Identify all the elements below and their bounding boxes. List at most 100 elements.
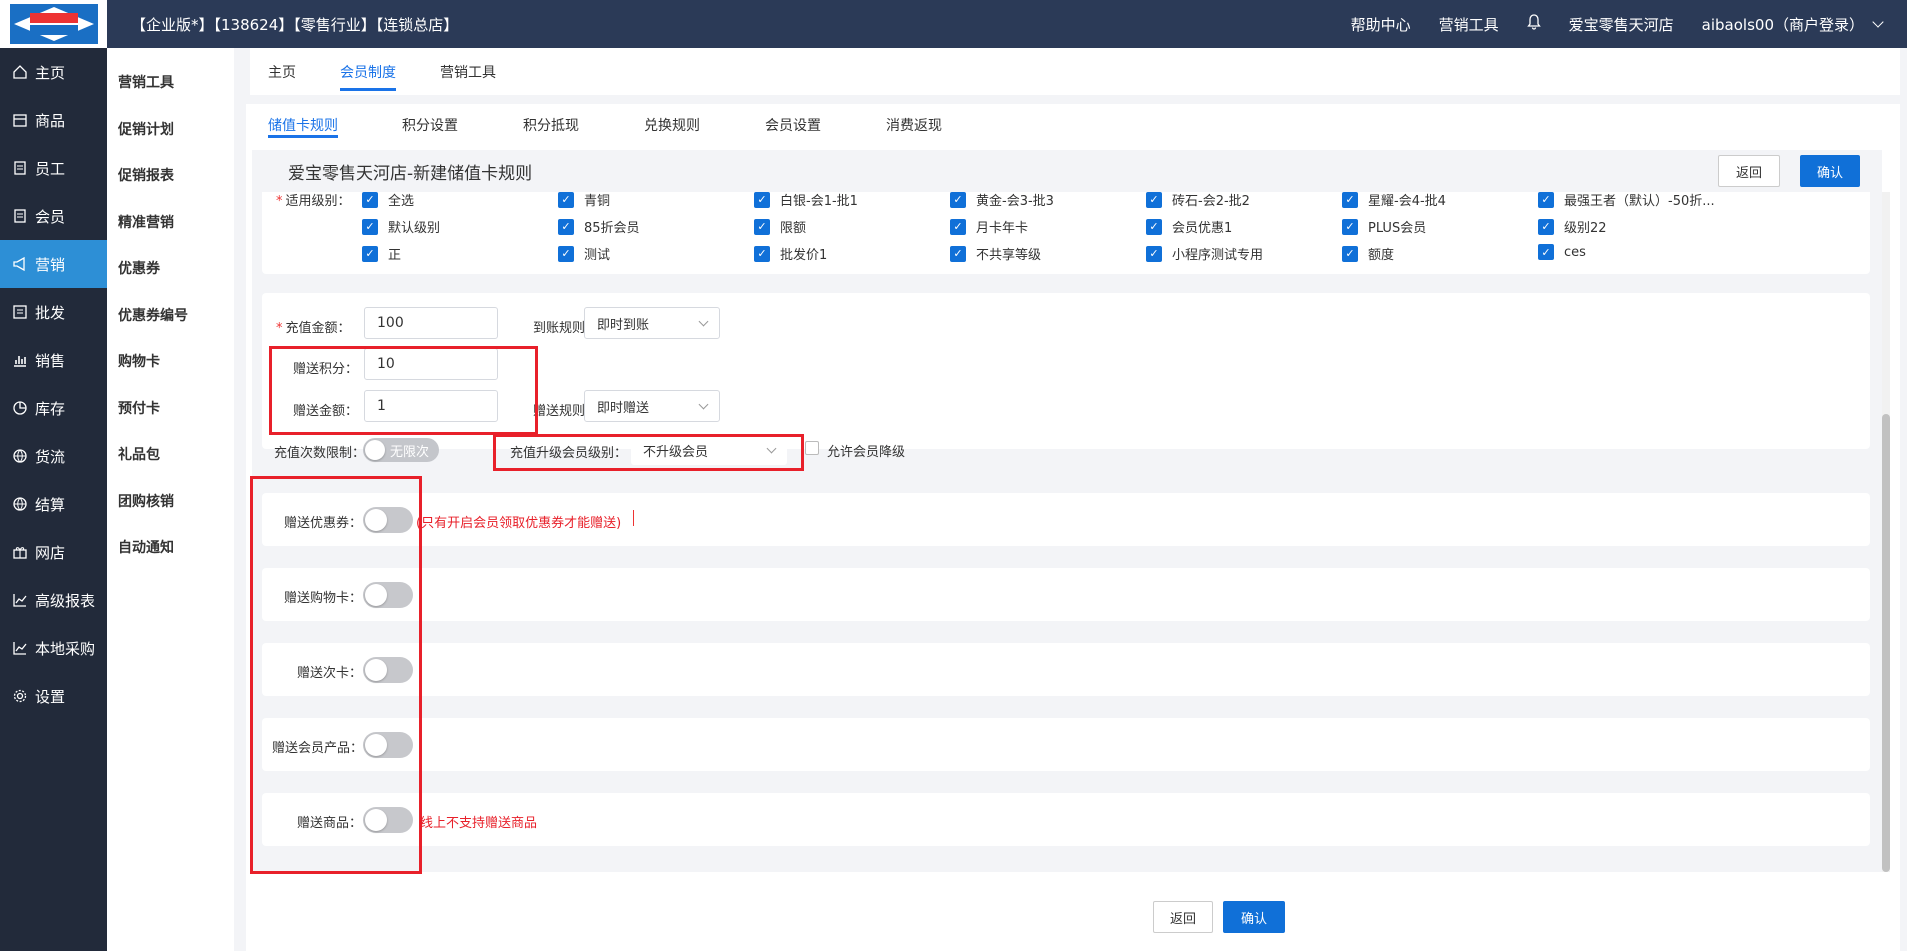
level-label: 默认级别 [388,221,441,236]
level-checkbox[interactable]: ✓ 不共享等级 [950,244,1041,263]
bar-chart-icon [12,352,28,368]
gift-rule-value: 即时赠送 [597,400,650,416]
checkmark-icon: ✓ [754,192,770,208]
level-checkbox[interactable]: ✓ 月卡年卡 [950,217,1028,236]
checkmark-icon: ✓ [1538,192,1554,208]
pie-chart-icon [12,400,28,416]
level-checkbox[interactable]: ✓ 全选 [362,192,414,209]
sidebar-item-label: 销售 [35,351,66,370]
subsidebar-item[interactable]: 购物卡 [107,338,234,385]
level-checkbox[interactable]: ✓ 85折会员 [558,217,640,236]
gift-rule-select[interactable]: 即时赠送 [584,390,720,422]
top-bar: 【企业版*】【138624】【零售行业】【连锁总店】 帮助中心 营销工具 爱宝零… [107,0,1907,48]
page-title: 爱宝零售天河店-新建储值卡规则 [288,163,533,184]
level-checkbox[interactable]: ✓ ces [1538,244,1586,260]
marketing-tools-link[interactable]: 营销工具 [1439,14,1499,35]
subsidebar-item[interactable]: 精准营销 [107,199,234,246]
level-checkbox[interactable]: ✓ 黄金-会3-批3 [950,192,1054,209]
tab-member-system[interactable]: 会员制度 [340,48,396,95]
level-checkbox[interactable]: ✓ 级别22 [1538,217,1607,236]
level-label: 星耀-会4-批4 [1368,194,1446,209]
level-checkbox[interactable]: ✓ 星耀-会4-批4 [1342,192,1446,209]
form-scroll-area[interactable]: * 适用级别： ✓ 全选 ✓ 青铜 ✓ 白银-会1-批1 ✓ 黄金-会3-批3 ✓ 砖石-会2-批2… [252,192,1882,872]
back-button[interactable]: 返回 [1718,155,1780,187]
level-label: 会员优惠1 [1172,221,1233,236]
globe-icon [12,496,28,512]
recharge-times-toggle[interactable]: 无限次 [363,438,439,462]
recharge-amount-input[interactable]: 100 [364,307,498,339]
footer-back-button[interactable]: 返回 [1153,901,1213,933]
scrollbar[interactable] [1882,192,1890,872]
home-icon [12,64,28,80]
tab-exchange-rules[interactable]: 兑换规则 [644,108,700,142]
sidebar-item-13[interactable]: 设置 [0,672,107,720]
chevron-down-icon [698,399,709,409]
level-checkbox[interactable]: ✓ 额度 [1342,244,1394,263]
level-checkbox[interactable]: ✓ 限额 [754,217,806,236]
level-checkbox[interactable]: ✓ 正 [362,244,401,263]
sidebar-item-9[interactable]: 结算 [0,480,107,528]
account-info: 【企业版*】【138624】【零售行业】【连锁总店】 [131,15,459,34]
subsidebar-item[interactable]: 营销工具 [107,59,234,106]
levels-card: * 适用级别： ✓ 全选 ✓ 青铜 ✓ 白银-会1-批1 ✓ 黄金-会3-批3 ✓ 砖石-会2-批2… [262,192,1870,274]
tab-home[interactable]: 主页 [268,48,296,95]
level-checkbox[interactable]: ✓ 测试 [558,244,610,263]
level-checkbox[interactable]: ✓ 默认级别 [362,217,440,236]
level-checkbox[interactable]: ✓ 会员优惠1 [1146,217,1232,236]
subsidebar-item[interactable]: 礼品包 [107,431,234,478]
subsidebar-item[interactable]: 优惠券编号 [107,292,234,339]
level-checkbox[interactable]: ✓ 最强王者（默认）-50折... [1538,192,1715,209]
level-checkbox[interactable]: ✓ 白银-会1-批1 [754,192,858,209]
sidebar-item-1[interactable]: 商品 [0,96,107,144]
confirm-button[interactable]: 确认 [1800,155,1860,187]
allow-downgrade-checkbox[interactable] [805,441,819,455]
sidebar-item-7[interactable]: 库存 [0,384,107,432]
subsidebar-item[interactable]: 团购核销 [107,478,234,525]
sidebar-item-3[interactable]: 会员 [0,192,107,240]
tab-marketing-tools[interactable]: 营销工具 [440,48,496,95]
subsidebar-item[interactable]: 优惠券 [107,245,234,292]
tab-points-cash[interactable]: 积分抵现 [523,108,579,142]
help-center-link[interactable]: 帮助中心 [1351,14,1411,35]
sidebar-item-label: 主页 [35,63,66,82]
gift-goods-card: 赠送商品： 线上不支持赠送商品 [262,793,1870,846]
list-icon [12,304,28,320]
level-checkbox[interactable]: ✓ 青铜 [558,192,610,209]
sidebar-item-8[interactable]: 货流 [0,432,107,480]
tab-stored-card-rules[interactable]: 储值卡规则 [268,108,338,142]
sidebar-item-4[interactable]: 营销 [0,240,107,288]
bell-icon[interactable] [1526,14,1541,34]
highlight-box-gift-points [269,346,538,435]
sidebar-item-11[interactable]: 高级报表 [0,576,107,624]
level-label: 正 [388,248,402,263]
sidebar-item-6[interactable]: 销售 [0,336,107,384]
subsidebar-item[interactable]: 预付卡 [107,385,234,432]
store-name[interactable]: 爱宝零售天河店 [1569,14,1674,35]
level-checkbox[interactable]: ✓ 小程序测试专用 [1146,244,1263,263]
logo [0,0,107,48]
checkmark-icon: ✓ [362,218,378,235]
gift-times-card-card: 赠送次卡： [262,643,1870,696]
tab-cashback[interactable]: 消费返现 [886,108,942,142]
sidebar-item-0[interactable]: 主页 [0,48,107,96]
level-label: 小程序测试专用 [1172,248,1264,263]
user-menu[interactable]: aibaols00（商户登录） [1702,14,1884,35]
arrival-rule-select[interactable]: 即时到账 [584,307,720,339]
checkmark-icon: ✓ [558,218,574,235]
sidebar-item-label: 网店 [35,543,66,562]
subsidebar-item[interactable]: 促销报表 [107,152,234,199]
level-checkbox[interactable]: ✓ PLUS会员 [1342,217,1426,236]
footer-confirm-button[interactable]: 确认 [1223,901,1285,933]
scrollbar-thumb[interactable] [1882,414,1890,872]
recharge-amount-label: * 充值金额： [276,321,351,336]
level-checkbox[interactable]: ✓ 批发价1 [754,244,827,263]
sidebar-item-2[interactable]: 员工 [0,144,107,192]
sidebar-item-5[interactable]: 批发 [0,288,107,336]
sidebar-item-10[interactable]: 网店 [0,528,107,576]
subsidebar-item[interactable]: 自动通知 [107,524,234,571]
subsidebar-item[interactable]: 促销计划 [107,106,234,153]
tab-member-settings[interactable]: 会员设置 [765,108,821,142]
sidebar-item-12[interactable]: 本地采购 [0,624,107,672]
level-checkbox[interactable]: ✓ 砖石-会2-批2 [1146,192,1250,209]
tab-points-settings[interactable]: 积分设置 [402,108,458,142]
